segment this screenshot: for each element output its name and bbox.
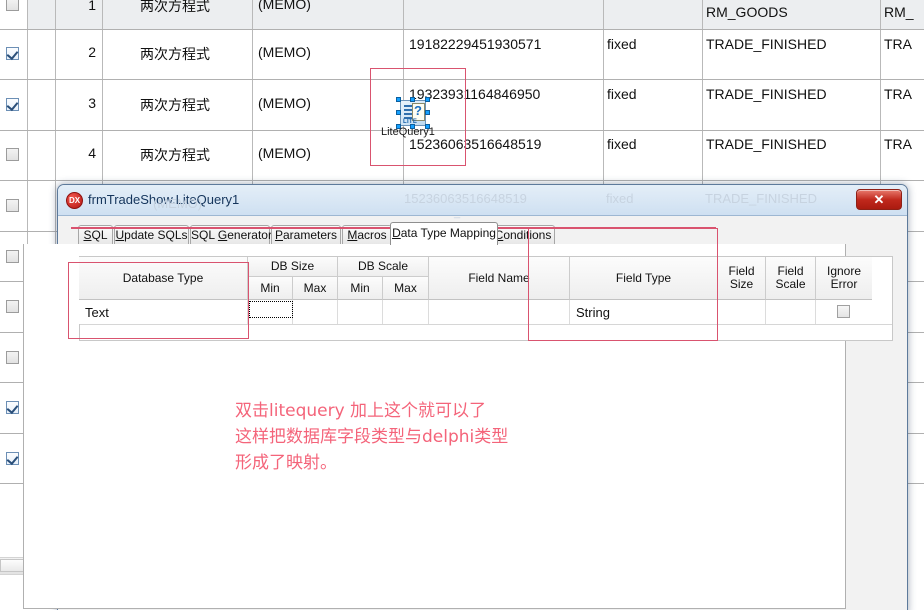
table-row: TRADE_FINISHED [706,86,827,102]
annotation-box-database-type [68,262,249,339]
table-row: TRA [884,86,912,102]
table-row: TRA [884,36,912,52]
litequery-component-label: LiteQuery1 [381,126,435,138]
mapping-header-db-size-min[interactable]: Min [248,277,293,300]
mapping-cell-db-scale-min[interactable] [338,300,383,324]
mapping-header-db-size-max[interactable]: Max [293,277,338,300]
row-checkbox[interactable] [6,300,19,313]
table-row: 两次方程式 [140,0,210,15]
table-row: TRADE_FINISHED [706,136,827,152]
table-row: 2 [88,44,96,60]
ignore-error-checkbox[interactable] [837,305,850,318]
select-handle[interactable] [396,110,401,115]
mapping-header-db-scale-min[interactable]: Min [338,277,383,300]
row-checkbox[interactable] [6,98,19,111]
row-checkbox[interactable] [6,199,19,212]
titlebar-ghost-text: TRADE_FINISHED [705,191,817,206]
table-row: (MEMO) [258,0,311,12]
devexpress-logo-icon: DX [66,192,83,209]
mapping-header-field-size[interactable]: Field Size [718,257,766,300]
row-checkbox[interactable] [6,452,19,465]
mapping-group-header-db-scale: DB Scale [338,257,429,277]
table-row: fixed [607,36,637,52]
titlebar-ghost-text: 15236063516648519 [404,191,527,206]
mapping-header-ignore-error[interactable]: Ignore Error [816,257,872,300]
mapping-cell-field-scale[interactable] [766,300,816,324]
table-row: 两次方程式 [140,148,210,164]
titlebar-ghost-text: (MEMO) [153,196,203,211]
grid-header-rm-trade[interactable]: RM_ [884,4,914,20]
annotation-box-field-type [528,228,718,341]
table-row: 两次方程式 [140,47,210,63]
row-checkbox[interactable] [6,351,19,364]
mapping-cell-db-size-max[interactable] [293,300,338,324]
mapping-cell-db-scale-max[interactable] [383,300,429,324]
tab-data-type-mapping[interactable]: Data Type Mapping [390,222,498,245]
mapping-header-field-scale[interactable]: Field Scale [766,257,816,300]
grid-header-rm-goods[interactable]: RM_GOODS [706,4,788,20]
select-handle[interactable] [396,97,401,102]
table-row: 4 [88,145,96,161]
mapping-group-header-db-size: DB Size [248,257,338,277]
mapping-header-db-scale-max[interactable]: Max [383,277,429,300]
mapping-cell-field-size[interactable] [718,300,766,324]
row-checkbox[interactable] [6,401,19,414]
select-handle[interactable] [410,97,415,102]
table-row: 3 [88,95,96,111]
litequery-component-icon: ? LITE [400,100,426,126]
row-checkbox[interactable] [6,0,19,11]
table-row: TRA [884,136,912,152]
annotation-note: 双击litequery 加上这个就可以了 这样把数据库字段类型与delphi类型… [235,401,509,473]
titlebar-ghost-text: _ [454,207,461,219]
table-row: (MEMO) [258,95,311,111]
table-row: 1 [88,0,96,13]
row-checkbox[interactable] [6,250,19,263]
table-row: fixed [607,136,637,152]
row-checkbox[interactable] [6,148,19,161]
table-row: (MEMO) [258,145,311,161]
table-row: fixed [607,86,637,102]
table-row: (MEMO) [258,44,311,60]
close-button[interactable]: ✕ [856,189,902,210]
table-row: TRADE_FINISHED [706,36,827,52]
select-handle[interactable] [425,110,430,115]
table-row: 两次方程式 [140,98,210,114]
question-mark-icon: ? [414,103,422,118]
focused-cell-indicator [249,301,293,318]
table-row: 19182229451930571 [409,36,542,52]
row-checkbox[interactable] [6,47,19,60]
grid-row-sep [0,180,924,181]
grid-row-sep [0,29,924,30]
mapping-cell-ignore-error[interactable] [816,300,872,324]
select-handle[interactable] [425,97,430,102]
titlebar-ghost-text: fixed [606,191,634,206]
